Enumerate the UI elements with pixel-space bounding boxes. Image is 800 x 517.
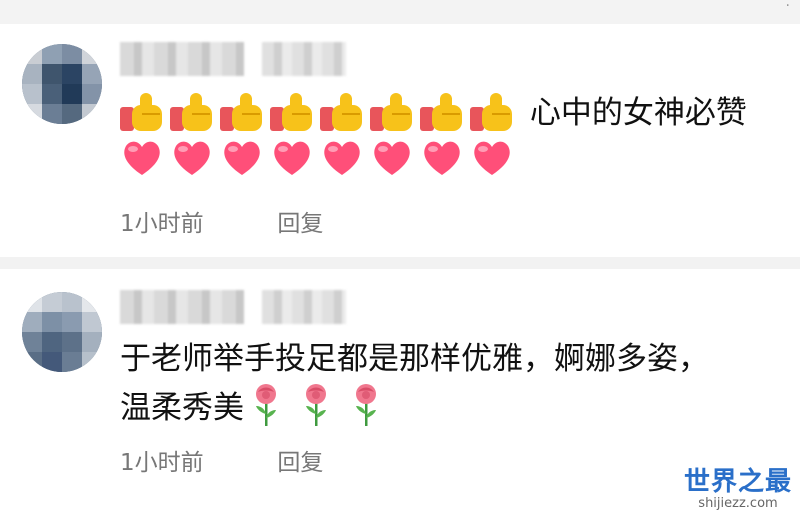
comment-time: 1小时前 xyxy=(120,211,204,237)
watermark-subtitle: shijiezz.com xyxy=(698,496,778,511)
reply-button[interactable]: 回复 xyxy=(277,204,323,238)
top-bar: · xyxy=(0,0,800,24)
comment-2: 于老师举手投足都是那样优雅，婀娜多姿，温柔秀美 1小时前 回复 xyxy=(0,270,800,517)
heart-icon xyxy=(224,141,260,175)
rose-row xyxy=(244,384,394,426)
thumbs-up-icon xyxy=(320,91,364,131)
rose-icon xyxy=(256,384,276,426)
comment-text: 于老师举手投足都是那样优雅，婀娜多姿，温柔秀美 xyxy=(120,341,709,426)
watermark-title: 世界之最 xyxy=(683,467,792,497)
comment-1: 心中的女神必赞 1小时前 回复 xyxy=(0,24,800,256)
thumbs-up-icon xyxy=(220,91,264,131)
thumbs-up-row xyxy=(120,93,530,131)
thumbs-up-icon xyxy=(420,91,464,131)
heart-row xyxy=(120,141,520,177)
divider xyxy=(0,257,800,269)
rose-icon xyxy=(356,384,376,426)
comment-content: 心中的女神必赞 xyxy=(120,90,760,182)
comment-text: 心中的女神必赞 xyxy=(529,95,747,131)
thumbs-up-icon xyxy=(270,91,314,131)
comment-time: 1小时前 xyxy=(120,450,204,476)
thumbs-up-icon xyxy=(120,91,164,131)
heart-icon xyxy=(324,141,360,175)
heart-icon xyxy=(174,141,210,175)
heart-icon xyxy=(424,141,460,175)
comment-meta: 1小时前 回复 xyxy=(120,204,323,238)
rose-icon xyxy=(306,384,326,426)
thumbs-up-icon xyxy=(170,91,214,131)
user-info-blurred xyxy=(262,290,346,324)
heart-icon xyxy=(274,141,310,175)
thumbs-up-icon xyxy=(370,91,414,131)
heart-icon xyxy=(124,141,160,175)
user-info-blurred xyxy=(262,42,346,76)
thumbs-up-icon xyxy=(470,91,514,131)
username-blurred[interactable] xyxy=(120,42,244,76)
heart-icon xyxy=(474,141,510,175)
heart-icon xyxy=(374,141,410,175)
comment-meta: 1小时前 回复 xyxy=(120,443,323,477)
corner-mark: · xyxy=(785,0,790,14)
avatar[interactable] xyxy=(22,44,102,124)
reply-button[interactable]: 回复 xyxy=(277,443,323,477)
watermark: 世界之最 shijiezz.com xyxy=(684,461,792,511)
comment-content: 于老师举手投足都是那样优雅，婀娜多姿，温柔秀美 xyxy=(120,336,720,431)
avatar[interactable] xyxy=(22,292,102,372)
username-blurred[interactable] xyxy=(120,290,244,324)
